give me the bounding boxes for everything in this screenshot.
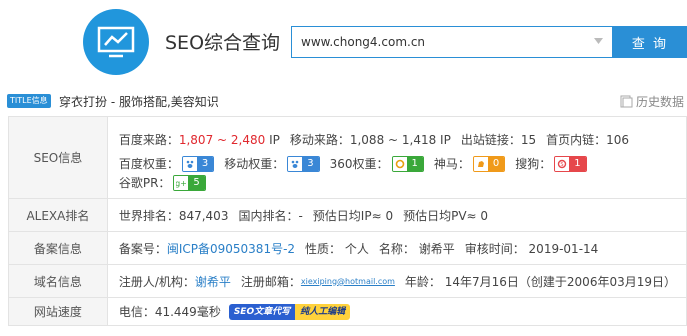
search-button[interactable]: 查 询	[613, 26, 687, 58]
domestic-rank[interactable]: 国内排名：-	[238, 207, 302, 224]
svg-text:S: S	[561, 162, 564, 168]
google-pr[interactable]: 谷歌PR： g+ 5	[119, 174, 206, 191]
icp-nature: 性质： 个人	[305, 241, 369, 256]
registrant-email: 注册邮箱： xiexiping@hotmail.com	[240, 274, 395, 289]
chart-monitor-icon	[97, 26, 135, 58]
icp-content: 备案号： 闽ICP备09050381号-2 性质： 个人 名称： 谢希平 审核时…	[106, 231, 687, 265]
page-title-text: 穿衣打扮 - 服饰搭配,美容知识	[59, 95, 219, 109]
weight-360[interactable]: 360权重： 1	[330, 155, 424, 172]
domain-age: 年龄： 14年7月16日（创建于2006年03月19日）	[404, 274, 676, 289]
history-data-link[interactable]: 历史数据	[620, 93, 684, 110]
shenma-weight[interactable]: 神马： 0	[434, 155, 506, 172]
sogou-weight-badge[interactable]: S 1	[554, 155, 587, 172]
icp-review-time: 审核时间： 2019-01-14	[464, 241, 599, 256]
shenma-weight-badge[interactable]: 0	[472, 155, 506, 172]
paw-icon	[186, 160, 194, 168]
google-pr-badge[interactable]: g+ 5	[173, 174, 206, 191]
seo-ad-banner[interactable]: SEO文章代写 纯人工编辑	[228, 303, 351, 320]
alexa-content: 世界排名：847,403 国内排名：- 预估日均IP≈ 0 预估日均PV≈ 0	[106, 198, 687, 232]
mobile-weight[interactable]: 移动权重： 3	[224, 155, 320, 172]
speed-row: 网站速度 电信：41.449毫秒 SEO文章代写 纯人工编辑	[8, 297, 687, 326]
seo-info-table: SEO信息 百度来路： 1,807 ~ 2,480 IP 移动来路：1,088 …	[8, 116, 687, 326]
seo-ad-part1[interactable]: SEO文章代写	[228, 303, 296, 320]
icp-name: 名称： 谢希平	[378, 241, 455, 256]
history-label[interactable]: 历史数据	[636, 93, 684, 110]
app-title: SEO综合查询	[165, 32, 281, 54]
seo-content: 百度来路： 1,807 ~ 2,480 IP 移动来路：1,088 ~ 1,41…	[106, 116, 687, 199]
icp-name-value: 谢希平	[418, 241, 455, 256]
outbound-links[interactable]: 出站链接：15	[461, 131, 536, 148]
registrant-email-link[interactable]: xiexiping@hotmail.com	[301, 277, 395, 286]
dropdown-caret-icon[interactable]	[594, 38, 603, 44]
svg-text:g+: g+	[176, 179, 186, 188]
seo-label: SEO信息	[8, 116, 108, 199]
sogou-weight[interactable]: 搜狗： S 1	[515, 155, 587, 172]
history-icon	[620, 95, 633, 108]
mobile-weight-badge[interactable]: 3	[287, 155, 320, 172]
icp-row: 备案信息 备案号： 闽ICP备09050381号-2 性质： 个人 名称： 谢希…	[8, 231, 687, 265]
sogou-icon: S	[558, 159, 567, 168]
icp-label: 备案信息	[8, 231, 108, 265]
weight-360-badge[interactable]: 1	[391, 155, 424, 172]
baidu-source-value[interactable]: 1,807 ~ 2,480	[179, 133, 265, 147]
icp-number-link[interactable]: 闽ICP备09050381号-2	[167, 240, 295, 257]
google-plus-icon: g+	[176, 179, 186, 188]
baidu-source: 百度来路： 1,807 ~ 2,480 IP	[118, 132, 280, 148]
domain-row: 域名信息 注册人/机构： 谢希平 注册邮箱： xiexiping@hotmail…	[8, 264, 687, 298]
title-tag: TITLE信息	[7, 94, 51, 108]
baidu-weight-badge[interactable]: 3	[181, 155, 215, 172]
speed-content: 电信：41.449毫秒 SEO文章代写 纯人工编辑	[106, 297, 687, 326]
search-box[interactable]	[291, 26, 613, 58]
seo-ad-part2[interactable]: 纯人工编辑	[295, 303, 351, 320]
alexa-label: ALEXA排名	[8, 198, 108, 232]
registrant-link[interactable]: 谢希平	[195, 273, 231, 290]
paw-icon	[291, 160, 299, 168]
telecom-speed: 电信：41.449毫秒	[118, 305, 221, 319]
site-logo	[83, 9, 149, 75]
360-icon	[395, 159, 404, 168]
home-inner-links[interactable]: 首页内链：106	[546, 131, 629, 148]
speed-label: 网站速度	[8, 297, 108, 326]
search-input[interactable]	[292, 27, 591, 57]
title-row: TITLE信息 穿衣打扮 - 服饰搭配,美容知识 历史数据	[0, 90, 687, 114]
registrant: 注册人/机构： 谢希平	[118, 273, 231, 290]
shenma-horse-icon	[477, 160, 484, 167]
icp-number: 备案号： 闽ICP备09050381号-2	[118, 240, 296, 257]
alexa-row: ALEXA排名 世界排名：847,403 国内排名：- 预估日均IP≈ 0 预估…	[8, 198, 687, 232]
daily-pv: 预估日均PV≈ 0	[403, 208, 489, 223]
baidu-weight[interactable]: 百度权重： 3	[119, 155, 215, 172]
mobile-source: 移动来路：1,088 ~ 1,418 IP	[289, 133, 451, 147]
domain-label: 域名信息	[8, 264, 108, 298]
daily-ip: 预估日均IP≈ 0	[312, 208, 394, 223]
world-rank[interactable]: 世界排名：847,403	[119, 207, 229, 224]
seo-row: SEO信息 百度来路： 1,807 ~ 2,480 IP 移动来路：1,088 …	[8, 116, 687, 199]
domain-content: 注册人/机构： 谢希平 注册邮箱： xiexiping@hotmail.com …	[106, 264, 687, 298]
